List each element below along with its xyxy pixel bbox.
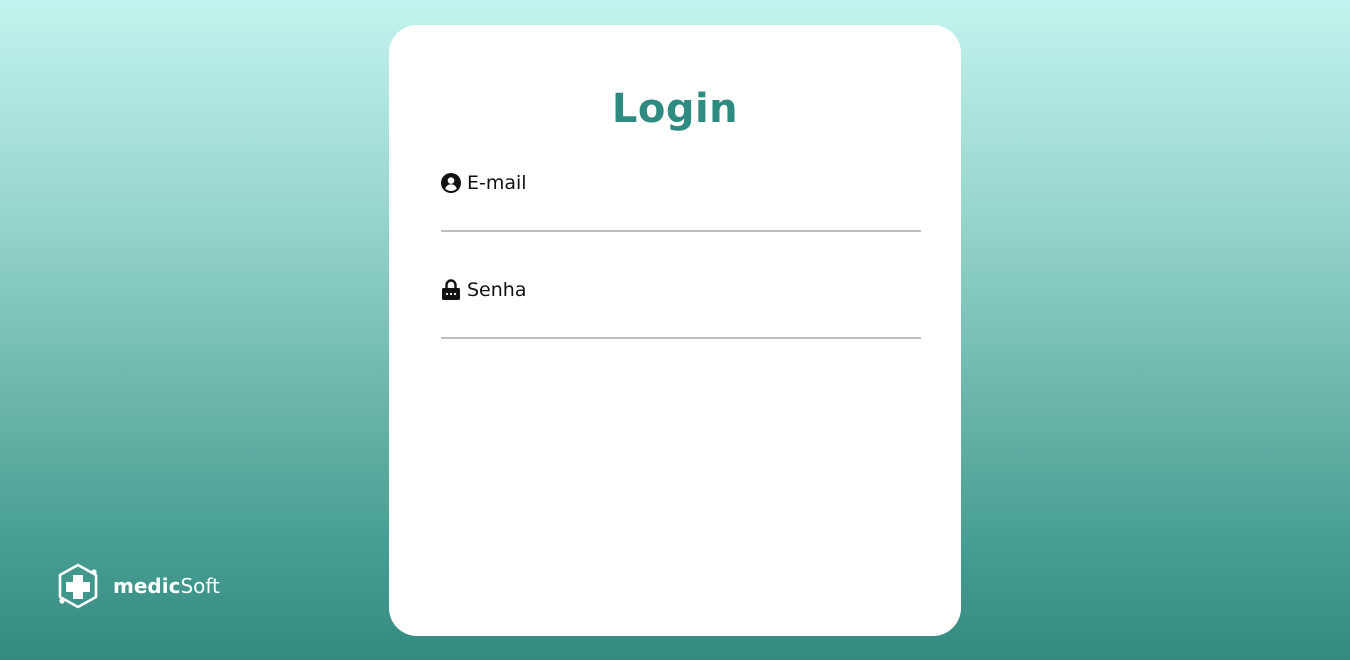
password-label-row: Senha — [441, 277, 921, 303]
email-label: E-mail — [467, 172, 527, 194]
email-input[interactable] — [441, 204, 921, 232]
medical-cross-logo-icon — [56, 563, 100, 609]
password-field-group: Senha — [441, 277, 921, 345]
login-card: Login E-mail Senha — [389, 25, 961, 636]
brand-name-bold: medic — [113, 574, 181, 598]
brand-name: medicSoft — [113, 563, 220, 609]
password-input[interactable] — [441, 311, 921, 339]
brand-name-light: Soft — [180, 574, 220, 598]
user-circle-icon — [441, 173, 461, 193]
email-field-group: E-mail — [441, 170, 921, 238]
login-title: Login — [611, 86, 739, 132]
lock-icon — [441, 279, 461, 300]
brand-logo-group: medicSoft — [56, 563, 220, 609]
password-label: Senha — [467, 279, 527, 301]
email-label-row: E-mail — [441, 170, 921, 196]
